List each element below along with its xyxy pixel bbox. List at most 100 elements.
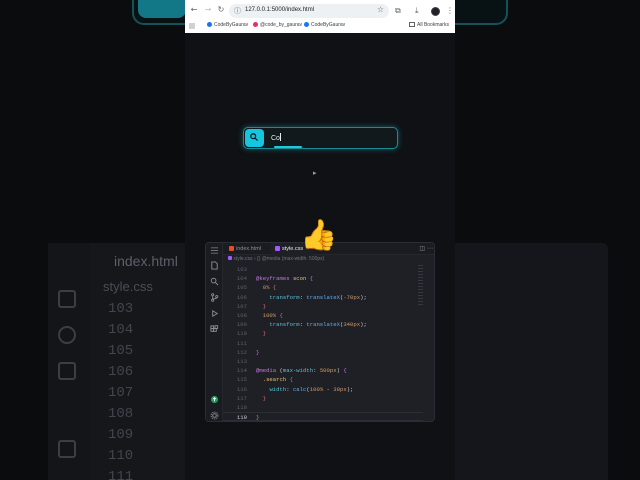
code-area[interactable]: 103 104 @keyframes scon { 105 0% { 106 tr…: [223, 265, 434, 421]
code-line: 107 }: [223, 302, 423, 311]
thumbs-up-reaction: 👍: [300, 218, 338, 253]
line-number: 105: [236, 284, 247, 292]
line-number: 119: [236, 414, 247, 422]
line-number: 115: [236, 376, 247, 384]
code-line-current: 119}: [223, 412, 423, 421]
background-tab-label: index.html: [114, 253, 178, 269]
search-input[interactable]: Co: [271, 133, 281, 142]
background-files-icon: [58, 290, 76, 308]
background-line-number: 107: [108, 385, 134, 401]
menu-icon[interactable]: [210, 246, 219, 255]
line-number: 108: [236, 312, 247, 319]
line-number: 110: [236, 330, 247, 338]
text-caret: [279, 133, 281, 141]
code-line: 113: [223, 357, 423, 366]
breadcrumb-file[interactable]: style.css: [233, 256, 252, 262]
tab-label: index.html: [236, 246, 262, 252]
folder-icon: [409, 22, 415, 27]
extensions-icon[interactable]: [210, 325, 219, 334]
code-line: 114 @media (max-width: 500px) {: [223, 366, 423, 375]
avatar[interactable]: [431, 7, 440, 16]
run-debug-icon[interactable]: [210, 309, 219, 318]
bookmark-label: CodeByGaurav: [214, 22, 249, 28]
site-info-icon[interactable]: ⓘ: [234, 6, 241, 16]
bookmarks-bar: CodeByGaurav @code_by_gaurav CodeByGaura…: [185, 21, 455, 32]
line-number: 118: [236, 404, 247, 411]
mouse-cursor-icon: ▸: [313, 169, 317, 177]
breadcrumb: style.css › {} @media (max-width: 500px): [228, 256, 324, 262]
background-line-number: 111: [108, 469, 134, 480]
background-line-number: 109: [108, 427, 134, 443]
telegram-icon: [207, 22, 212, 27]
activity-bar: [206, 243, 223, 421]
bookmark-item[interactable]: @code_by_gaurav: [253, 22, 302, 28]
line-number: 103: [236, 266, 247, 273]
code-line: 106 transform: translateX(-70px);: [223, 293, 423, 302]
forward-icon[interactable]: →: [203, 5, 213, 14]
all-bookmarks[interactable]: All Bookmarks: [409, 22, 449, 28]
source-control-icon[interactable]: [210, 293, 219, 302]
background-line-number: 108: [108, 406, 134, 422]
bookmark-label: CodeByGaurav: [311, 22, 346, 28]
line-number: 107: [236, 302, 247, 310]
line-number: 112: [236, 348, 247, 356]
minimap[interactable]: [418, 265, 423, 305]
line-number: 117: [236, 394, 247, 402]
split-editor-icon[interactable]: ◫: [419, 245, 425, 252]
code-line: 117 }: [223, 394, 423, 403]
search-box[interactable]: Co: [243, 127, 398, 149]
extensions-icon[interactable]: ⧉: [395, 6, 401, 16]
live-share-icon[interactable]: [210, 395, 219, 404]
all-bookmarks-label: All Bookmarks: [417, 22, 449, 28]
code-line: 116 width: calc(100% - 30px);: [223, 385, 423, 394]
back-icon[interactable]: ←: [189, 5, 199, 14]
code-line: 108 100% {: [223, 311, 423, 320]
search-progress-bar: [274, 146, 302, 148]
line-number: 104: [236, 275, 247, 283]
code-editor-window: index.html style.css × ◫ ⋯ style.css › {}…: [205, 242, 435, 422]
bookmark-item[interactable]: CodeByGaurav: [207, 22, 248, 28]
screen: index.html style.css 103 104 105 106 107…: [0, 0, 640, 480]
css-file-icon: [275, 246, 280, 251]
background-line-number: 104: [108, 322, 134, 338]
bookmark-label: @code_by_gaurav: [260, 22, 303, 28]
code-line: 111: [223, 339, 423, 348]
breadcrumb-symbol[interactable]: {} @media (max-width: 500px): [257, 256, 324, 262]
download-icon[interactable]: ⤓: [415, 6, 419, 16]
code-line: 110 }: [223, 329, 423, 338]
editor-actions: ◫ ⋯: [419, 245, 433, 252]
apps-grid-icon[interactable]: [189, 23, 195, 29]
code-line: 109 transform: translateX(340px);: [223, 320, 423, 329]
line-number: 114: [236, 367, 247, 375]
instagram-icon: [253, 22, 258, 27]
line-number: 113: [236, 358, 247, 365]
browser-window: ← → ↻ ⓘ 127.0.0.1:5000/index.html ☆ ⧉ ⤓ …: [185, 0, 455, 33]
html-file-icon: [229, 246, 234, 251]
code-line: 105 0% {: [223, 283, 423, 292]
code-line: 118: [223, 403, 423, 412]
files-icon[interactable]: [210, 261, 219, 270]
background-extensions-icon: [58, 440, 76, 458]
line-number: 116: [236, 385, 247, 393]
background-git-icon: [58, 362, 76, 380]
settings-gear-icon[interactable]: [210, 411, 219, 420]
search-button[interactable]: [245, 129, 264, 147]
code-line: 112}: [223, 348, 423, 357]
address-bar[interactable]: ⓘ 127.0.0.1:5000/index.html ☆: [229, 4, 389, 18]
more-actions-icon[interactable]: ⋯: [427, 245, 433, 252]
background-line-number: 106: [108, 364, 134, 380]
background-tab2-label: style.css: [103, 279, 153, 294]
line-number: 111: [236, 339, 247, 347]
star-icon[interactable]: ☆: [377, 5, 384, 14]
search-icon[interactable]: [210, 277, 219, 286]
menu-icon[interactable]: ⋮: [446, 6, 454, 15]
search-input-value: Co: [271, 135, 280, 142]
css-file-icon: [228, 256, 232, 260]
reload-icon[interactable]: ↻: [216, 5, 226, 14]
background-line-number: 103: [108, 301, 134, 317]
code-line: 103: [223, 265, 423, 274]
address-url[interactable]: 127.0.0.1:5000/index.html: [245, 7, 314, 13]
background-line-number: 105: [108, 343, 134, 359]
tab-index-html[interactable]: index.html: [225, 243, 265, 255]
bookmark-item[interactable]: CodeByGaurav: [304, 22, 345, 28]
